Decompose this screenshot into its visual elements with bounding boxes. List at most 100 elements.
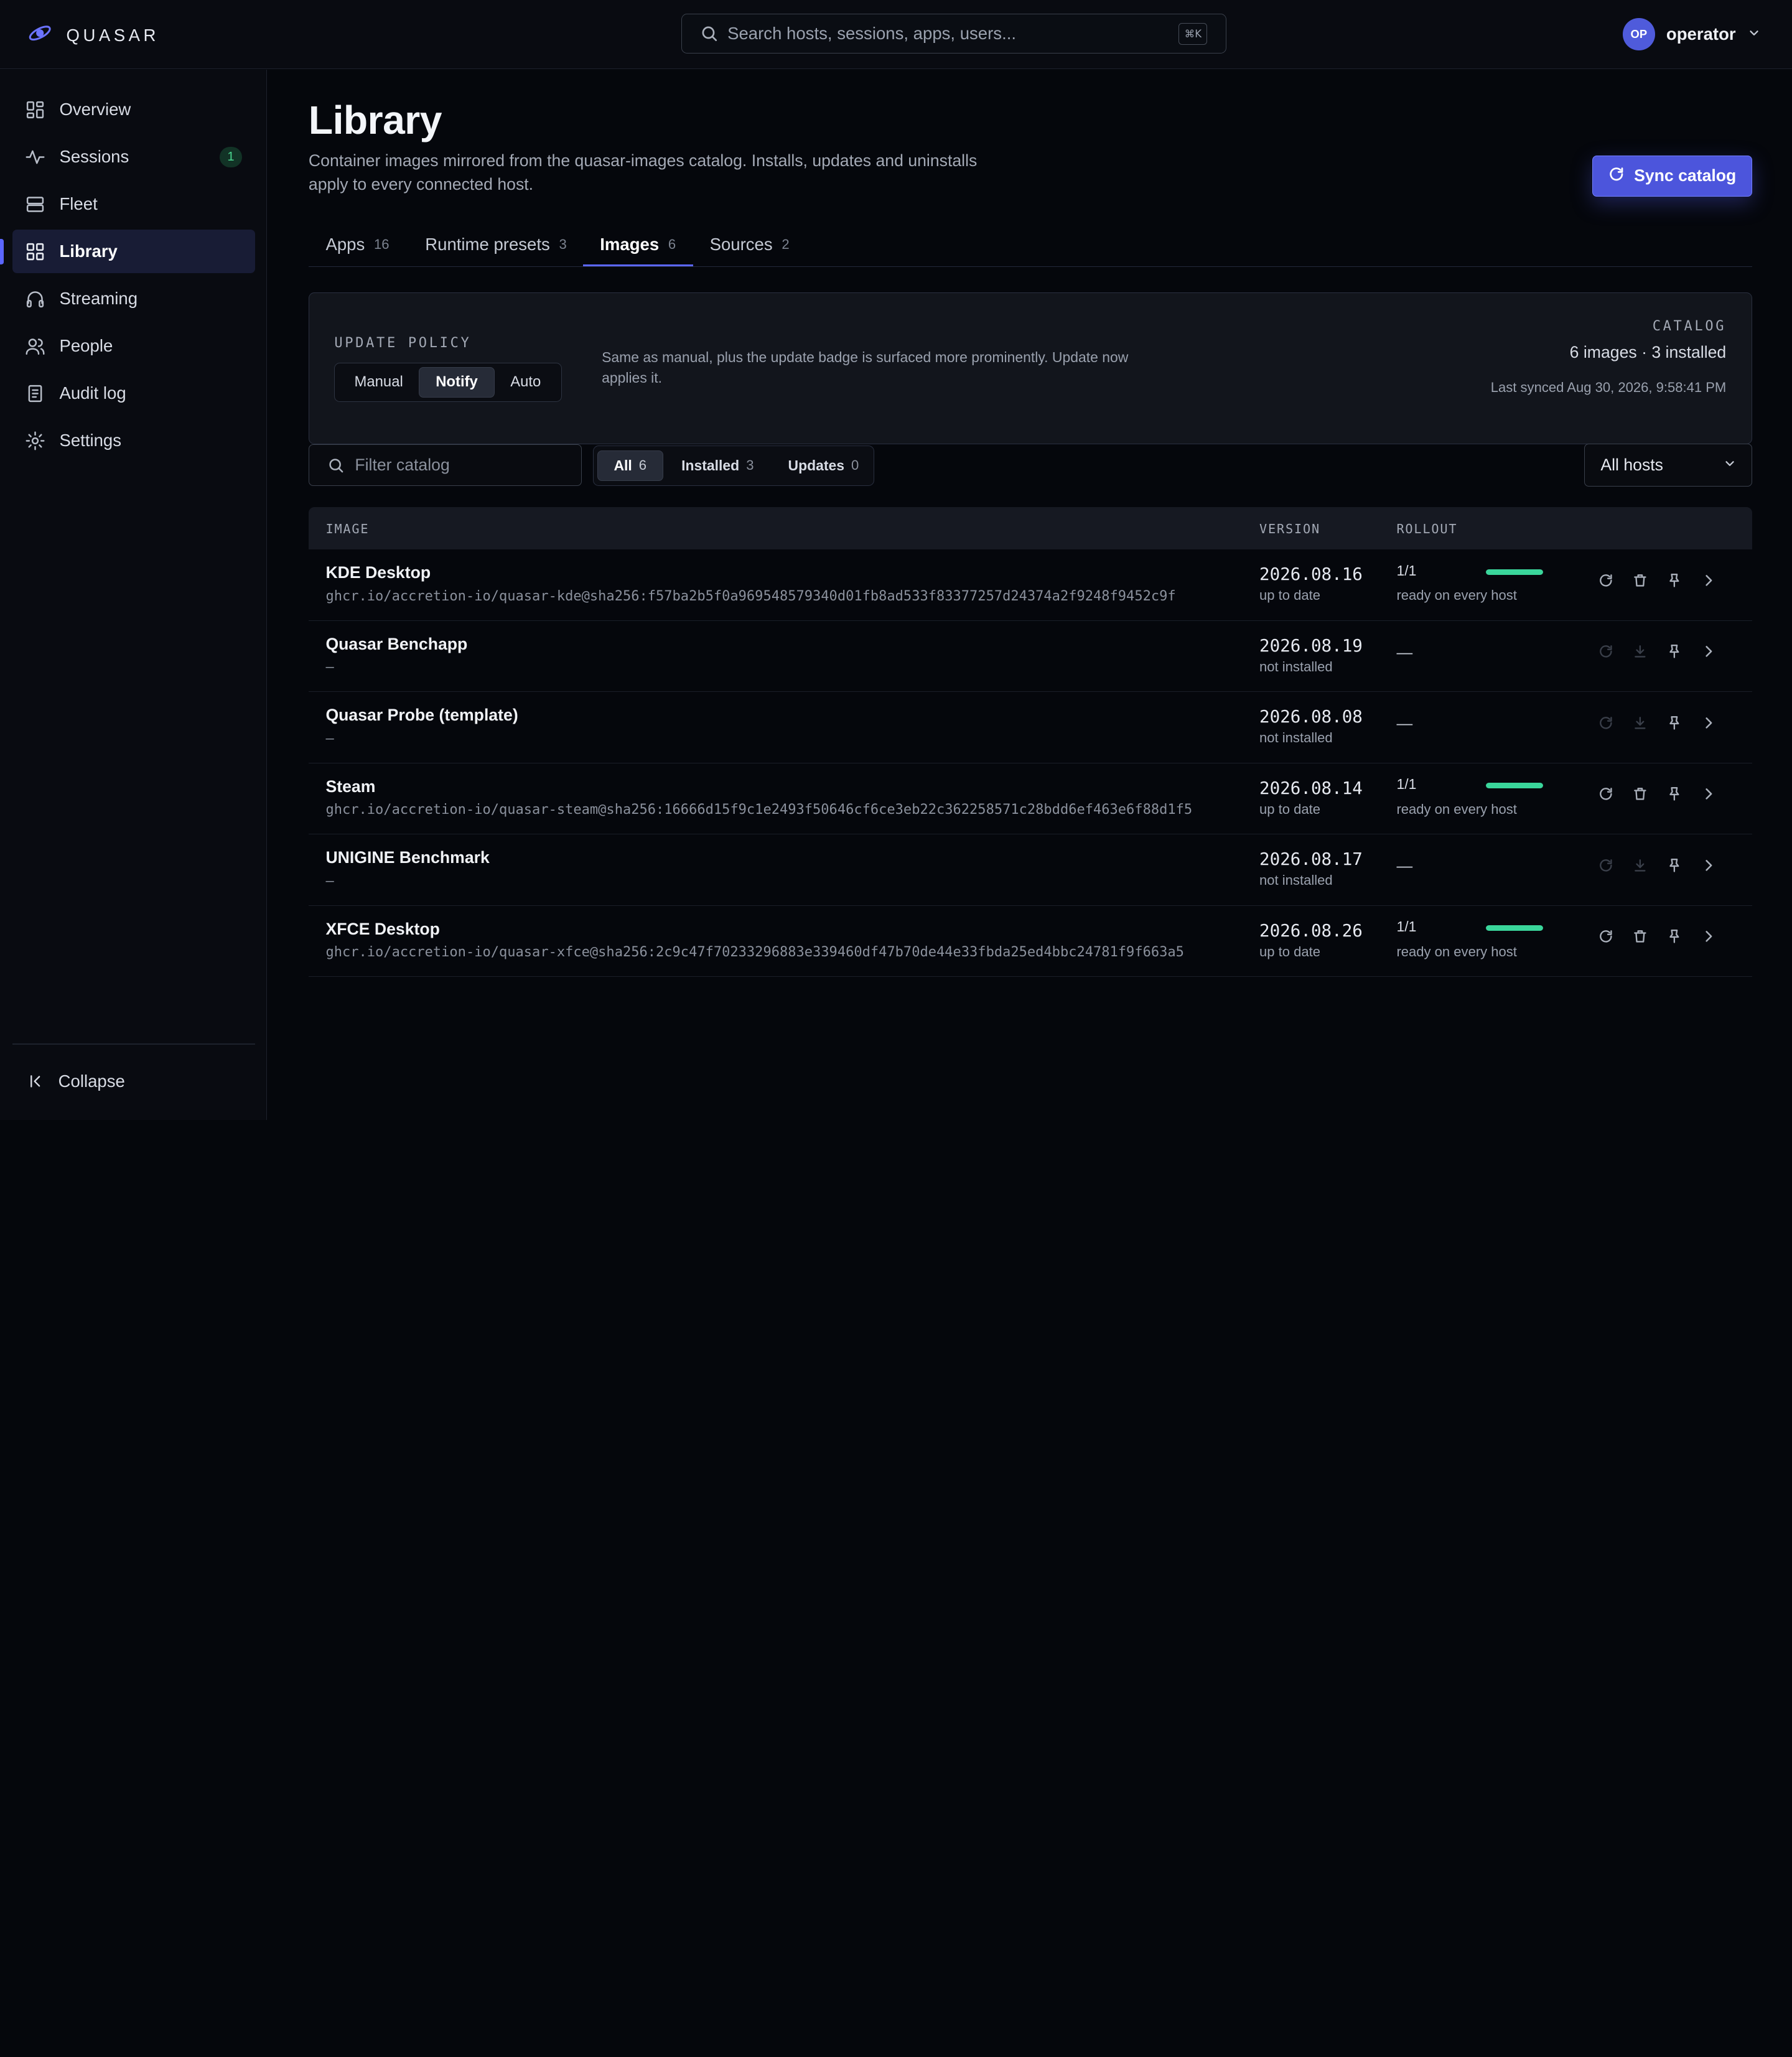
update-image-button[interactable]	[1597, 788, 1615, 806]
rollout-empty: —	[1396, 857, 1413, 875]
pin-icon	[1666, 928, 1682, 949]
pin-version-button[interactable]	[1665, 787, 1683, 806]
uninstall-image-button[interactable]	[1631, 788, 1649, 806]
search-icon	[327, 457, 345, 474]
image-reference: —	[325, 873, 334, 889]
tab-images[interactable]: Images 6	[582, 220, 693, 266]
chevron-down-icon	[1747, 24, 1761, 45]
filter-catalog-field[interactable]	[308, 444, 582, 486]
table-row[interactable]: Quasar Probe (template) — 2026.08.08 not in…	[308, 692, 1752, 763]
pin-version-button[interactable]	[1665, 574, 1683, 592]
page-description: Container images mirrored from the quasa…	[308, 151, 978, 194]
refresh-icon	[1598, 786, 1614, 807]
pin-version-button[interactable]	[1665, 859, 1683, 877]
tab-apps[interactable]: Apps 16	[325, 220, 389, 266]
chevron-right-icon	[1701, 786, 1717, 807]
pin-icon	[1666, 715, 1682, 736]
row-actions	[1597, 645, 1718, 663]
brand[interactable]: QUASAR	[27, 21, 159, 50]
install-image-button[interactable]	[1631, 859, 1649, 877]
table-row[interactable]: Steam ghcr.io/accretion-io/quasar-steam@s…	[308, 763, 1752, 835]
sidebar-divider	[12, 1043, 255, 1045]
chip-updates[interactable]: Updates 0	[772, 451, 875, 481]
update-image-button[interactable]	[1597, 574, 1615, 592]
policy-option-auto[interactable]: Auto	[495, 368, 558, 398]
pin-version-button[interactable]	[1665, 645, 1683, 663]
sidebar-item-streaming[interactable]: Streaming	[12, 277, 254, 320]
policy-option-manual[interactable]: Manual	[338, 368, 419, 398]
collapse-icon	[29, 1073, 45, 1089]
overview-icon	[25, 100, 45, 120]
install-image-button[interactable]	[1631, 645, 1649, 663]
open-details-button[interactable]	[1699, 574, 1717, 592]
tab-sources[interactable]: Sources 2	[710, 220, 790, 266]
chip-count: 6	[638, 457, 647, 473]
host-select[interactable]: All hosts	[1584, 443, 1752, 487]
open-details-button[interactable]	[1699, 930, 1717, 948]
sync-catalog-button[interactable]: Sync catalog	[1592, 155, 1752, 197]
trash-icon	[1632, 572, 1648, 594]
table-row[interactable]: Quasar Benchapp — 2026.08.19 not installed —	[308, 621, 1752, 693]
user-menu[interactable]: OP operator	[1623, 18, 1761, 50]
uninstall-image-button[interactable]	[1631, 574, 1649, 592]
global-search[interactable]: ⌘K	[681, 14, 1226, 54]
chip-count: 0	[851, 457, 859, 473]
search-icon	[700, 24, 718, 42]
sidebar-item-settings[interactable]: Settings	[12, 419, 254, 463]
image-name: KDE Desktop	[325, 563, 431, 582]
open-details-button[interactable]	[1699, 788, 1717, 806]
uninstall-image-button[interactable]	[1631, 930, 1649, 948]
image-reference: ghcr.io/accretion-io/quasar-xfce@sha256:…	[325, 945, 1184, 961]
app-root: QUASAR ⌘K OP operator Overview	[0, 0, 1792, 1120]
sidebar-item-library[interactable]: Library	[0, 230, 255, 274]
activity-icon	[25, 147, 45, 167]
sidebar-item-label: Streaming	[59, 289, 138, 309]
sidebar-nav: Overview Sessions 1 Fleet Library Stream…	[0, 88, 255, 466]
update-image-button[interactable]	[1597, 930, 1615, 948]
sidebar-item-label: Settings	[59, 431, 122, 450]
chevron-right-icon	[1701, 715, 1717, 736]
install-image-button[interactable]	[1631, 716, 1649, 734]
download-icon	[1632, 715, 1648, 736]
pin-version-button[interactable]	[1665, 716, 1683, 734]
rollout-fraction: 1/1	[1396, 776, 1417, 793]
sidebar-item-audit-log[interactable]: Audit log	[12, 372, 254, 416]
search-input[interactable]	[727, 24, 1179, 44]
sidebar-item-label: People	[59, 336, 113, 356]
download-icon	[1632, 643, 1648, 665]
pin-icon	[1666, 857, 1682, 879]
chip-label: Installed	[681, 457, 740, 473]
chip-installed[interactable]: Installed 3	[665, 451, 770, 481]
collapse-sidebar-button[interactable]: Collapse	[12, 1060, 254, 1103]
tab-runtime-presets[interactable]: Runtime presets 3	[425, 220, 567, 266]
open-details-button[interactable]	[1699, 859, 1717, 877]
refresh-icon	[1598, 572, 1614, 594]
table-header: IMAGE VERSION ROLLOUT	[308, 507, 1752, 550]
pin-version-button[interactable]	[1665, 930, 1683, 948]
chip-all[interactable]: All 6	[597, 450, 663, 482]
sidebar-item-sessions[interactable]: Sessions 1	[12, 135, 254, 179]
version-status: up to date	[1259, 801, 1321, 817]
filter-catalog-input[interactable]	[355, 455, 581, 475]
sidebar-item-people[interactable]: People	[12, 324, 254, 368]
row-actions	[1597, 787, 1718, 806]
update-policy-toggle: Manual Notify Auto	[334, 363, 562, 402]
image-reference: —	[325, 730, 334, 747]
install-filter-chips: All 6 Installed 3 Updates 0	[593, 445, 875, 486]
rollout-progress-fill	[1485, 925, 1543, 931]
refresh-icon	[1598, 857, 1614, 879]
chevron-right-icon	[1701, 928, 1717, 949]
chip-label: Updates	[788, 457, 845, 473]
policy-option-notify[interactable]: Notify	[419, 366, 495, 398]
open-details-button[interactable]	[1699, 716, 1717, 734]
table-row[interactable]: KDE Desktop ghcr.io/accretion-io/quasar-k…	[308, 549, 1752, 621]
open-details-button[interactable]	[1699, 645, 1717, 663]
table-row[interactable]: UNIGINE Benchmark — 2026.08.17 not installe…	[308, 834, 1752, 906]
tab-label: Runtime presets	[425, 234, 550, 254]
table-row[interactable]: XFCE Desktop ghcr.io/accretion-io/quasar-…	[308, 906, 1752, 977]
row-actions	[1597, 859, 1718, 877]
sidebar-item-fleet[interactable]: Fleet	[12, 182, 254, 226]
rollout-empty: —	[1396, 715, 1413, 733]
sidebar-item-overview[interactable]: Overview	[12, 88, 254, 131]
chip-count: 3	[746, 457, 754, 473]
